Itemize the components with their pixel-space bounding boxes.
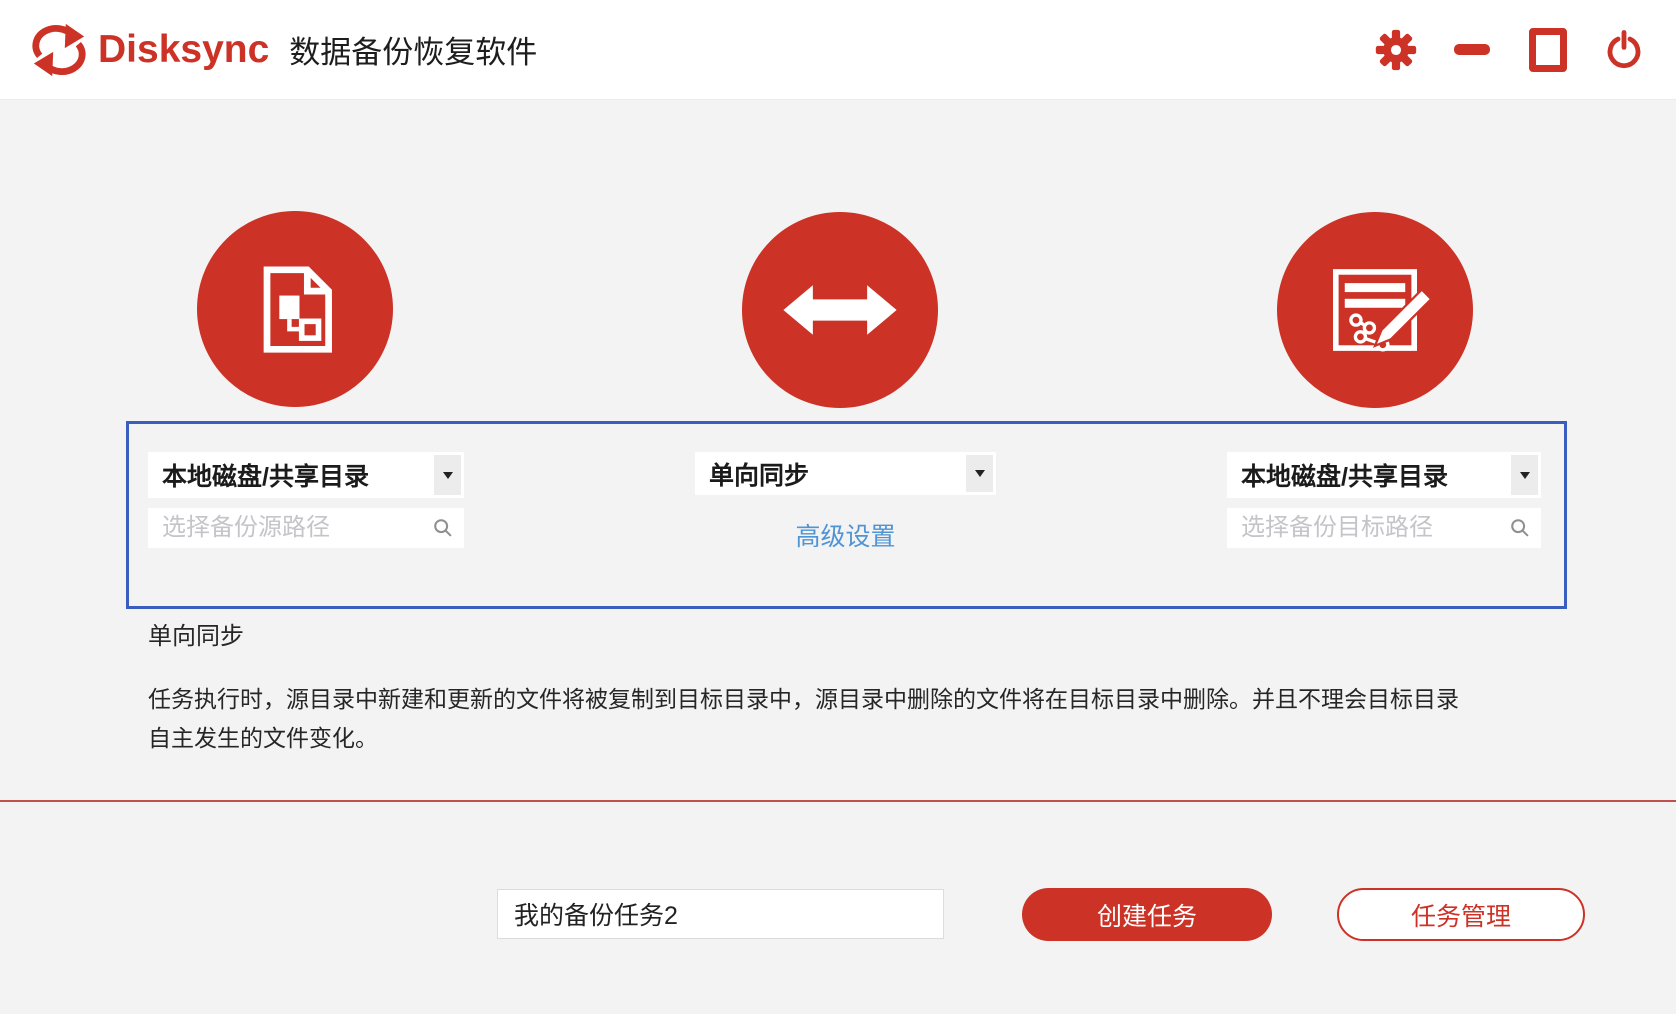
target-type-select[interactable]: 本地磁盘/共享目录 xyxy=(1227,452,1541,498)
section-divider xyxy=(0,800,1676,802)
create-task-label: 创建任务 xyxy=(1096,902,1197,931)
power-icon xyxy=(1607,29,1641,68)
target-path-input[interactable] xyxy=(1227,508,1541,548)
target-type-value: 本地磁盘/共享目录 xyxy=(1241,463,1448,491)
sync-mode-description: 任务执行时，源目录中新建和更新的文件将被复制到目标目录中，源目录中删除的文件将在… xyxy=(148,686,1459,751)
source-circle-badge xyxy=(197,211,393,407)
chevron-down-icon[interactable] xyxy=(1511,455,1538,495)
sync-mode-value: 单向同步 xyxy=(709,461,810,490)
source-path-input[interactable] xyxy=(148,508,464,548)
minimize-button[interactable] xyxy=(1450,28,1494,72)
header: Disksync 数据备份恢复软件 xyxy=(0,0,1676,100)
manage-tasks-button[interactable]: 任务管理 xyxy=(1337,888,1585,941)
manage-tasks-label: 任务管理 xyxy=(1410,902,1511,931)
sync-mode-title: 单向同步 xyxy=(148,623,244,650)
source-type-select[interactable]: 本地磁盘/共享目录 xyxy=(148,452,464,498)
brand-name: Disksync xyxy=(98,27,270,71)
edit-plan-icon xyxy=(1333,269,1431,352)
gear-icon xyxy=(1375,29,1417,70)
window-controls xyxy=(1374,27,1646,72)
document-tree-icon xyxy=(263,266,332,353)
sync-mode-circle-badge xyxy=(742,212,938,408)
sync-logo-icon xyxy=(32,23,86,76)
target-circle-badge xyxy=(1277,212,1473,408)
power-button[interactable] xyxy=(1602,28,1646,72)
two-way-arrow-icon xyxy=(783,285,897,335)
app-title: 数据备份恢复软件 xyxy=(289,35,538,70)
create-task-button[interactable]: 创建任务 xyxy=(1022,888,1272,941)
app-window: Disksync 数据备份恢复软件 本地磁盘/共享目录 选择备份源路径 单向同步… xyxy=(0,0,1676,1014)
chevron-down-icon[interactable] xyxy=(434,455,461,495)
maximize-icon xyxy=(1529,27,1567,72)
sync-mode-select[interactable]: 单向同步 xyxy=(695,452,996,495)
settings-button[interactable] xyxy=(1374,28,1418,72)
chevron-down-icon[interactable] xyxy=(966,455,993,492)
task-name-input[interactable] xyxy=(497,889,944,939)
minimize-icon xyxy=(1454,44,1490,55)
maximize-button[interactable] xyxy=(1526,27,1570,72)
advanced-settings-link[interactable]: 高级设置 xyxy=(695,517,996,553)
source-type-value: 本地磁盘/共享目录 xyxy=(162,463,369,491)
